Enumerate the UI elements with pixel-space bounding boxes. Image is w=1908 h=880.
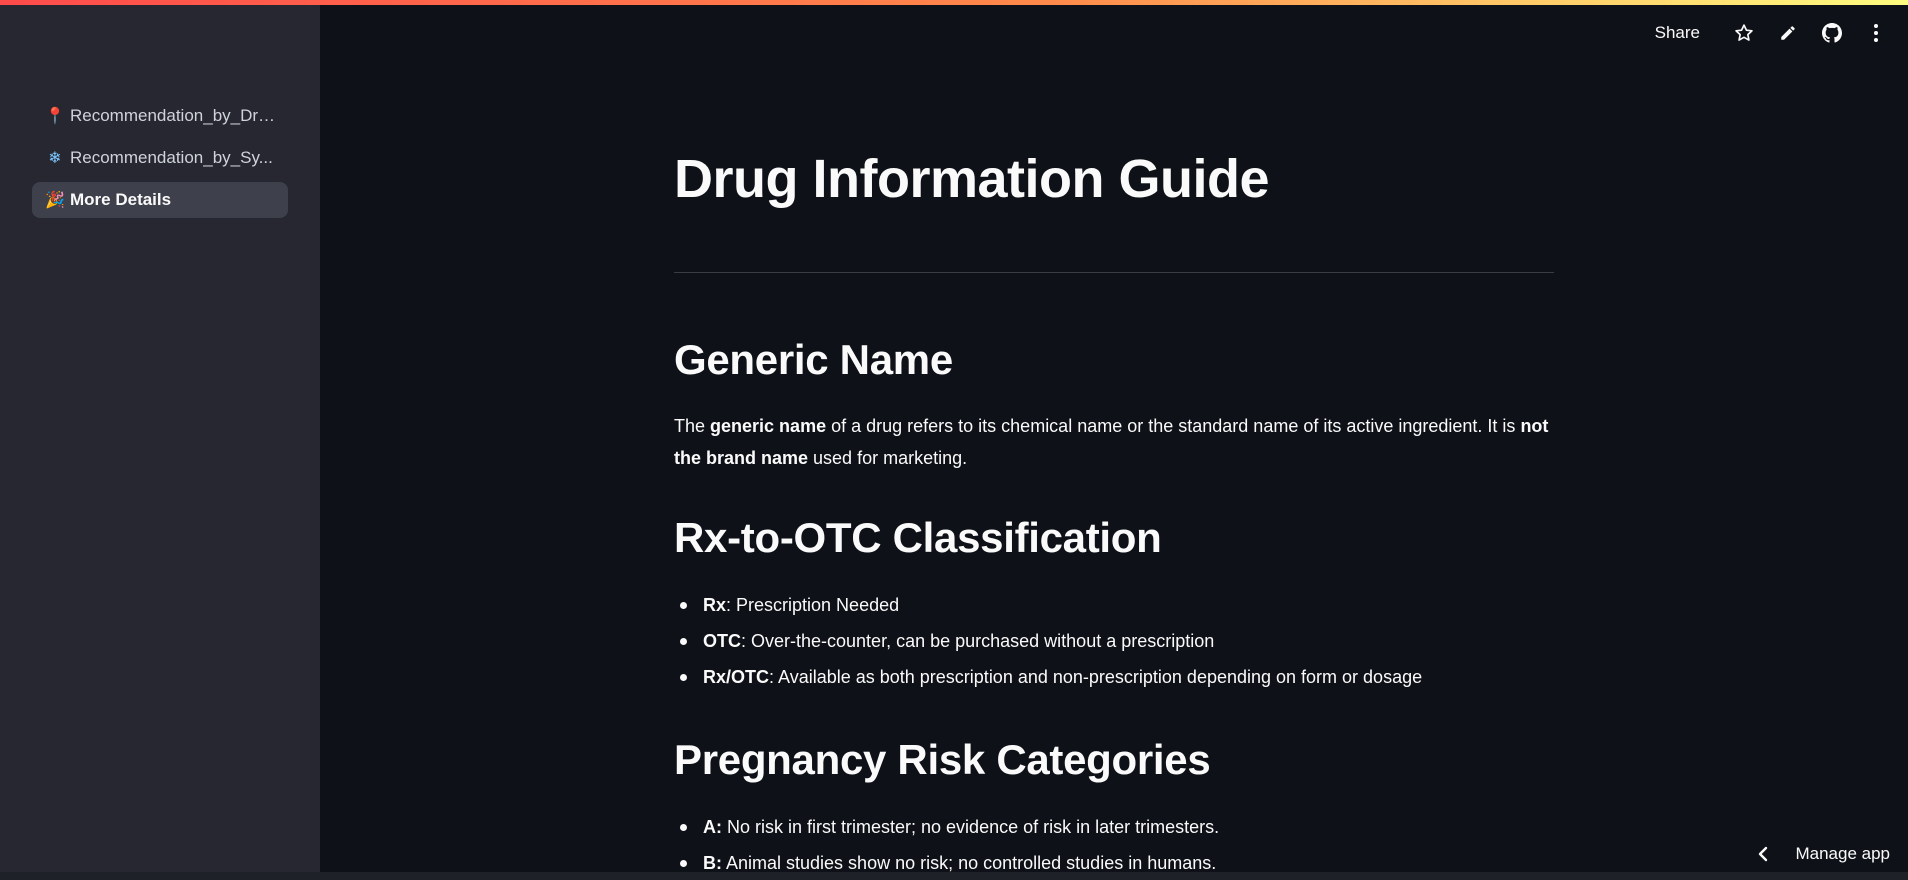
sidebar-item-recommendation-by-drug[interactable]: 📍 Recommendation_by_Drug (32, 98, 288, 134)
top-toolbar: Share (1655, 22, 1898, 44)
share-button[interactable]: Share (1655, 23, 1700, 43)
kebab-menu-icon[interactable] (1865, 22, 1887, 44)
section-heading-rx-otc: Rx-to-OTC Classification (674, 514, 1162, 561)
sidebar-item-label: Recommendation_by_Sy... (70, 148, 273, 167)
github-icon[interactable] (1821, 22, 1843, 44)
manage-app-label: Manage app (1795, 844, 1890, 863)
sidebar-item-recommendation-by-symptom[interactable]: ❄ Recommendation_by_Sy... (32, 140, 288, 176)
list-term: OTC (703, 631, 741, 651)
party-popper-icon: 🎉 (45, 192, 65, 209)
bottom-edge (0, 872, 1908, 880)
sidebar-item-label: More Details (70, 190, 172, 209)
pushpin-icon: 📍 (45, 108, 65, 125)
snowflake-icon: ❄ (48, 150, 62, 167)
list-item: A: No risk in first trimester; no eviden… (674, 809, 1219, 845)
list-term: Rx (703, 595, 727, 615)
sidebar-item-label: Recommendation_by_Drug (70, 106, 276, 125)
sidebar: 📍 Recommendation_by_Drug ❄ Recommendatio… (0, 0, 320, 880)
list-term: Rx/OTC (703, 667, 770, 687)
section-heading-generic-name: Generic Name (674, 336, 953, 383)
list-item: Rx/OTC: Available as both prescription a… (674, 659, 1422, 695)
list-text: Animal studies show no risk; no controll… (722, 853, 1217, 873)
manage-app-button[interactable]: Manage app (1757, 844, 1890, 864)
divider (674, 272, 1554, 273)
chevron-left-icon (1757, 846, 1769, 862)
header-decoration-bar (0, 0, 1908, 5)
pregnancy-risk-list: A: No risk in first trimester; no eviden… (674, 809, 1219, 880)
sidebar-item-more-details[interactable]: 🎉 More Details (32, 182, 288, 218)
bold-text: generic name (710, 416, 827, 436)
paragraph-text: The (674, 416, 711, 436)
sidebar-nav: 📍 Recommendation_by_Drug ❄ Recommendatio… (32, 98, 288, 224)
list-text: No risk in first trimester; no evidence … (722, 817, 1220, 837)
paragraph-text: of a drug refers to its chemical name or… (826, 416, 1521, 436)
list-item: Rx: Prescription Needed (674, 587, 1422, 623)
paragraph-text: used for marketing. (808, 448, 968, 468)
list-text: : Over-the-counter, can be purchased wit… (741, 631, 1215, 651)
list-term: A: (703, 817, 722, 837)
pencil-icon[interactable] (1777, 22, 1799, 44)
star-icon[interactable] (1733, 22, 1755, 44)
list-text: : Available as both prescription and non… (769, 667, 1423, 687)
list-term: B: (703, 853, 722, 873)
section-heading-pregnancy-risk: Pregnancy Risk Categories (674, 736, 1211, 783)
generic-name-description: The generic name of a drug refers to its… (674, 410, 1554, 474)
rx-otc-list: Rx: Prescription Needed OTC: Over-the-co… (674, 587, 1422, 695)
list-item: OTC: Over-the-counter, can be purchased … (674, 623, 1422, 659)
list-text: : Prescription Needed (726, 595, 900, 615)
page-title: Drug Information Guide (674, 149, 1269, 209)
